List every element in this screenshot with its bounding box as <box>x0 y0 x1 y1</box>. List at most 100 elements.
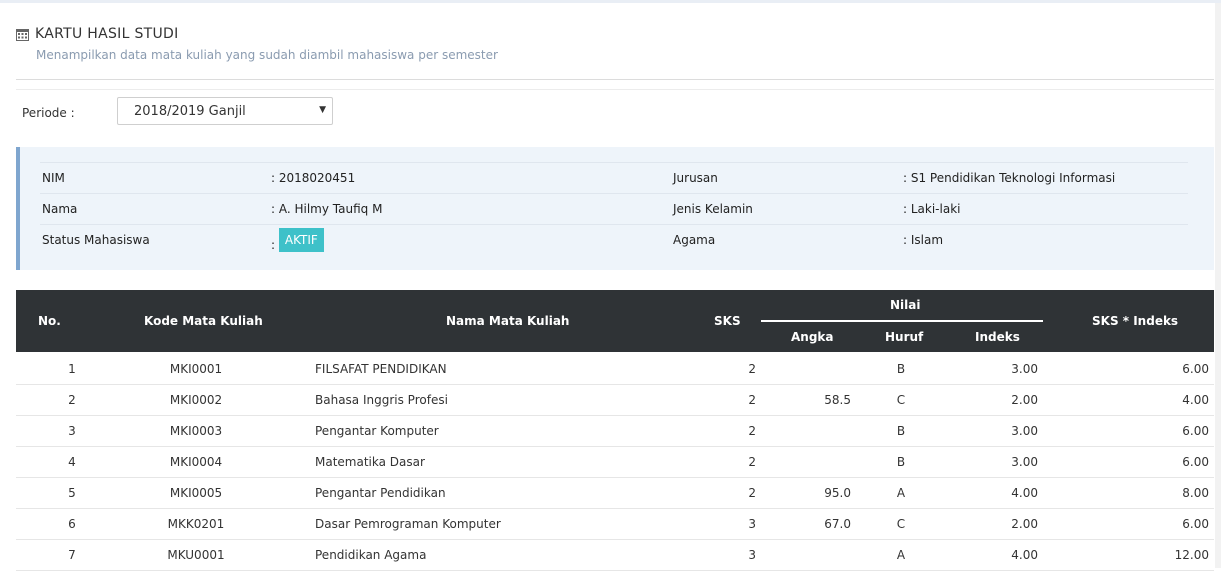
cell-kode: MKU0001 <box>167 548 225 562</box>
agama-label: Agama <box>673 233 716 247</box>
cell-sks-indeks: 6.00 <box>1182 455 1209 469</box>
periode-select[interactable]: 2018/2019 Ganjil ▼ <box>117 97 333 125</box>
table-row: 6 MKK0201 Dasar Pemrograman Komputer 3 6… <box>16 508 1214 540</box>
top-bar <box>0 0 1221 3</box>
cell-huruf: B <box>896 424 906 438</box>
table-row: 5 MKI0005 Pengantar Pendidikan 2 95.0 A … <box>16 477 1214 509</box>
cell-angka: 95.0 <box>824 486 851 500</box>
cell-indeks: 3.00 <box>1011 455 1038 469</box>
cell-huruf: B <box>896 362 906 376</box>
cell-sks-indeks: 6.00 <box>1182 517 1209 531</box>
cell-indeks: 2.00 <box>1011 393 1038 407</box>
cell-nama: Matematika Dasar <box>315 455 425 469</box>
divider <box>16 89 1214 90</box>
cell-nama: Bahasa Inggris Profesi <box>315 393 448 407</box>
cell-nama: Dasar Pemrograman Komputer <box>315 517 501 531</box>
cell-huruf: C <box>896 393 906 407</box>
cell-huruf: B <box>896 455 906 469</box>
col-header-kode: Kode Mata Kuliah <box>144 314 263 328</box>
page-subtitle: Menampilkan data mata kuliah yang sudah … <box>36 48 498 62</box>
cell-nama: FILSAFAT PENDIDIKAN <box>315 362 447 376</box>
cell-nama: Pendidikan Agama <box>315 548 427 562</box>
cell-kode: MKI0005 <box>169 486 223 500</box>
table-row: 7 MKU0001 Pendidikan Agama 3 A 4.00 12.0… <box>16 539 1214 571</box>
jurusan-label: Jurusan <box>673 171 718 185</box>
jenis-kelamin-label: Jenis Kelamin <box>673 202 753 216</box>
cell-sks-indeks: 4.00 <box>1182 393 1209 407</box>
info-row-nim: NIM : 2018020451 Jurusan : S1 Pendidikan… <box>40 162 1188 194</box>
page-header: KARTU HASIL STUDI <box>16 24 179 44</box>
cell-kode: MKI0002 <box>169 393 223 407</box>
cell-sks-indeks: 8.00 <box>1182 486 1209 500</box>
cell-kode: MKI0003 <box>169 424 223 438</box>
nama-label: Nama <box>42 202 78 216</box>
agama-value: : Islam <box>903 233 944 247</box>
cell-sks-indeks: 6.00 <box>1182 362 1209 376</box>
cell-sks: 2 <box>748 393 756 407</box>
divider <box>16 79 1214 80</box>
cell-huruf: C <box>896 517 906 531</box>
cell-no: 2 <box>68 393 76 407</box>
info-row-nama: Nama : A. Hilmy Taufiq M Jenis Kelamin :… <box>40 193 1188 225</box>
cell-huruf: A <box>896 548 906 562</box>
status-value: : AKTIF <box>271 228 324 257</box>
chevron-down-icon: ▼ <box>319 105 326 115</box>
cell-nama: Pengantar Komputer <box>315 424 439 438</box>
page-title: KARTU HASIL STUDI <box>35 26 179 42</box>
col-header-angka: Angka <box>791 330 834 344</box>
info-row-status: Status Mahasiswa : AKTIF Agama : Islam <box>40 224 1188 256</box>
nilai-divider <box>761 320 1043 322</box>
cell-sks: 2 <box>748 424 756 438</box>
cell-no: 6 <box>68 517 76 531</box>
table-row: 3 MKI0003 Pengantar Komputer 2 B 3.00 6.… <box>16 415 1214 447</box>
cell-no: 7 <box>68 548 76 562</box>
cell-kode: MKI0004 <box>169 455 223 469</box>
status-badge: AKTIF <box>278 228 324 252</box>
table-row: 1 MKI0001 FILSAFAT PENDIDIKAN 2 B 3.00 6… <box>16 353 1214 385</box>
cell-indeks: 4.00 <box>1011 548 1038 562</box>
nim-label: NIM <box>42 171 65 185</box>
periode-selected-value: 2018/2019 Ganjil <box>134 104 246 119</box>
nim-value: : 2018020451 <box>271 171 356 185</box>
col-header-indeks: Indeks <box>975 330 1020 344</box>
cell-indeks: 2.00 <box>1011 517 1038 531</box>
cell-sks-indeks: 12.00 <box>1174 548 1209 562</box>
cell-nama: Pengantar Pendidikan <box>315 486 446 500</box>
cell-angka: 67.0 <box>824 517 851 531</box>
cell-kode: MKI0001 <box>169 362 223 376</box>
table-row: 4 MKI0004 Matematika Dasar 2 B 3.00 6.00 <box>16 446 1214 478</box>
cell-indeks: 3.00 <box>1011 362 1038 376</box>
table-header: No. Kode Mata Kuliah Nama Mata Kuliah SK… <box>16 290 1214 352</box>
cell-kode: MKK0201 <box>167 517 225 531</box>
cell-indeks: 3.00 <box>1011 424 1038 438</box>
cell-sks: 2 <box>748 362 756 376</box>
calendar-icon <box>16 28 29 41</box>
student-info-panel: NIM : 2018020451 Jurusan : S1 Pendidikan… <box>16 147 1214 270</box>
col-header-huruf: Huruf <box>885 330 924 344</box>
cell-sks: 2 <box>748 455 756 469</box>
col-header-nama: Nama Mata Kuliah <box>446 314 570 328</box>
jurusan-value: : S1 Pendidikan Teknologi Informasi <box>903 171 1116 185</box>
cell-sks-indeks: 6.00 <box>1182 424 1209 438</box>
nama-value: : A. Hilmy Taufiq M <box>271 202 383 216</box>
periode-label: Periode : <box>22 106 75 120</box>
cell-no: 4 <box>68 455 76 469</box>
col-header-sks: SKS <box>714 314 741 328</box>
col-header-no: No. <box>38 314 61 328</box>
status-label: Status Mahasiswa <box>42 233 150 247</box>
cell-sks: 3 <box>748 517 756 531</box>
cell-huruf: A <box>896 486 906 500</box>
cell-no: 3 <box>68 424 76 438</box>
cell-no: 5 <box>68 486 76 500</box>
cell-angka: 58.5 <box>824 393 851 407</box>
cell-indeks: 4.00 <box>1011 486 1038 500</box>
cell-no: 1 <box>68 362 76 376</box>
col-header-nilai: Nilai <box>890 298 921 312</box>
cell-sks: 2 <box>748 486 756 500</box>
col-header-sks-indeks: SKS * Indeks <box>1092 314 1179 328</box>
jenis-kelamin-value: : Laki-laki <box>903 202 961 216</box>
cell-sks: 3 <box>748 548 756 562</box>
status-colon: : <box>271 238 276 252</box>
scrollbar[interactable] <box>1215 3 1221 568</box>
table-row: 2 MKI0002 Bahasa Inggris Profesi 2 58.5 … <box>16 384 1214 416</box>
